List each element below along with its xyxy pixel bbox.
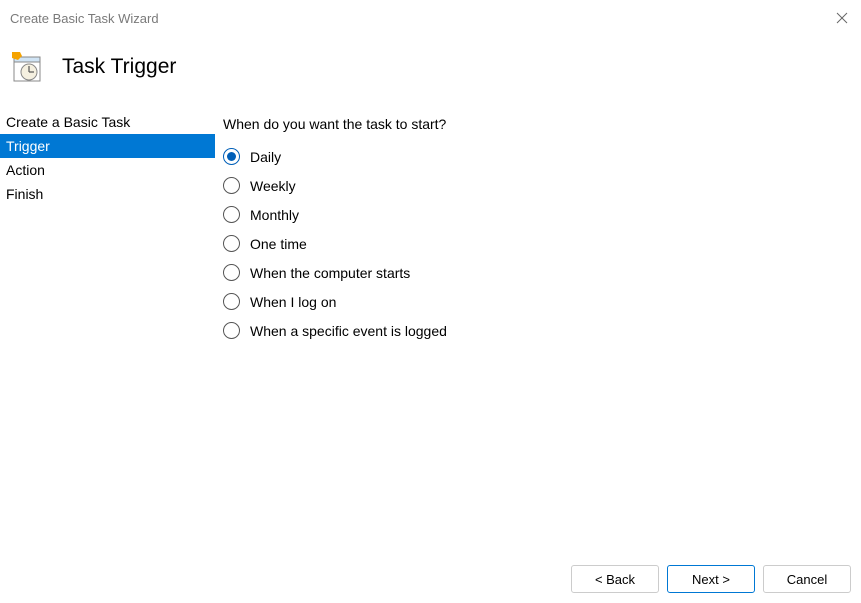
radio-label: Daily (250, 149, 281, 165)
radio-icon (223, 235, 240, 252)
sidebar-item-finish[interactable]: Finish (0, 182, 215, 206)
sidebar-item-create-basic-task[interactable]: Create a Basic Task (0, 110, 215, 134)
radio-option-event-logged[interactable]: When a specific event is logged (223, 322, 841, 339)
back-button[interactable]: < Back (571, 565, 659, 593)
wizard-header: Task Trigger (0, 32, 861, 110)
radio-label: When a specific event is logged (250, 323, 447, 339)
radio-icon (223, 177, 240, 194)
cancel-button[interactable]: Cancel (763, 565, 851, 593)
next-button[interactable]: Next > (667, 565, 755, 593)
page-title: Task Trigger (62, 55, 176, 79)
main-panel: When do you want the task to start? Dail… (215, 110, 861, 540)
radio-icon (223, 206, 240, 223)
sidebar: Create a Basic Task Trigger Action Finis… (0, 110, 215, 540)
clock-task-icon (10, 50, 44, 84)
radio-option-daily[interactable]: Daily (223, 148, 841, 165)
content-area: Create a Basic Task Trigger Action Finis… (0, 110, 861, 540)
radio-icon (223, 322, 240, 339)
radio-label: One time (250, 236, 307, 252)
radio-label: When I log on (250, 294, 336, 310)
trigger-question: When do you want the task to start? (223, 116, 841, 132)
radio-label: Monthly (250, 207, 299, 223)
radio-option-one-time[interactable]: One time (223, 235, 841, 252)
radio-label: When the computer starts (250, 265, 410, 281)
radio-option-computer-starts[interactable]: When the computer starts (223, 264, 841, 281)
sidebar-item-trigger[interactable]: Trigger (0, 134, 215, 158)
radio-icon (223, 148, 240, 165)
radio-icon (223, 293, 240, 310)
titlebar: Create Basic Task Wizard (0, 0, 861, 32)
radio-option-weekly[interactable]: Weekly (223, 177, 841, 194)
radio-label: Weekly (250, 178, 296, 194)
window-title: Create Basic Task Wizard (10, 11, 159, 26)
radio-icon (223, 264, 240, 281)
radio-option-monthly[interactable]: Monthly (223, 206, 841, 223)
radio-option-log-on[interactable]: When I log on (223, 293, 841, 310)
close-icon[interactable] (835, 11, 849, 25)
sidebar-item-action[interactable]: Action (0, 158, 215, 182)
wizard-footer: < Back Next > Cancel (571, 565, 851, 593)
